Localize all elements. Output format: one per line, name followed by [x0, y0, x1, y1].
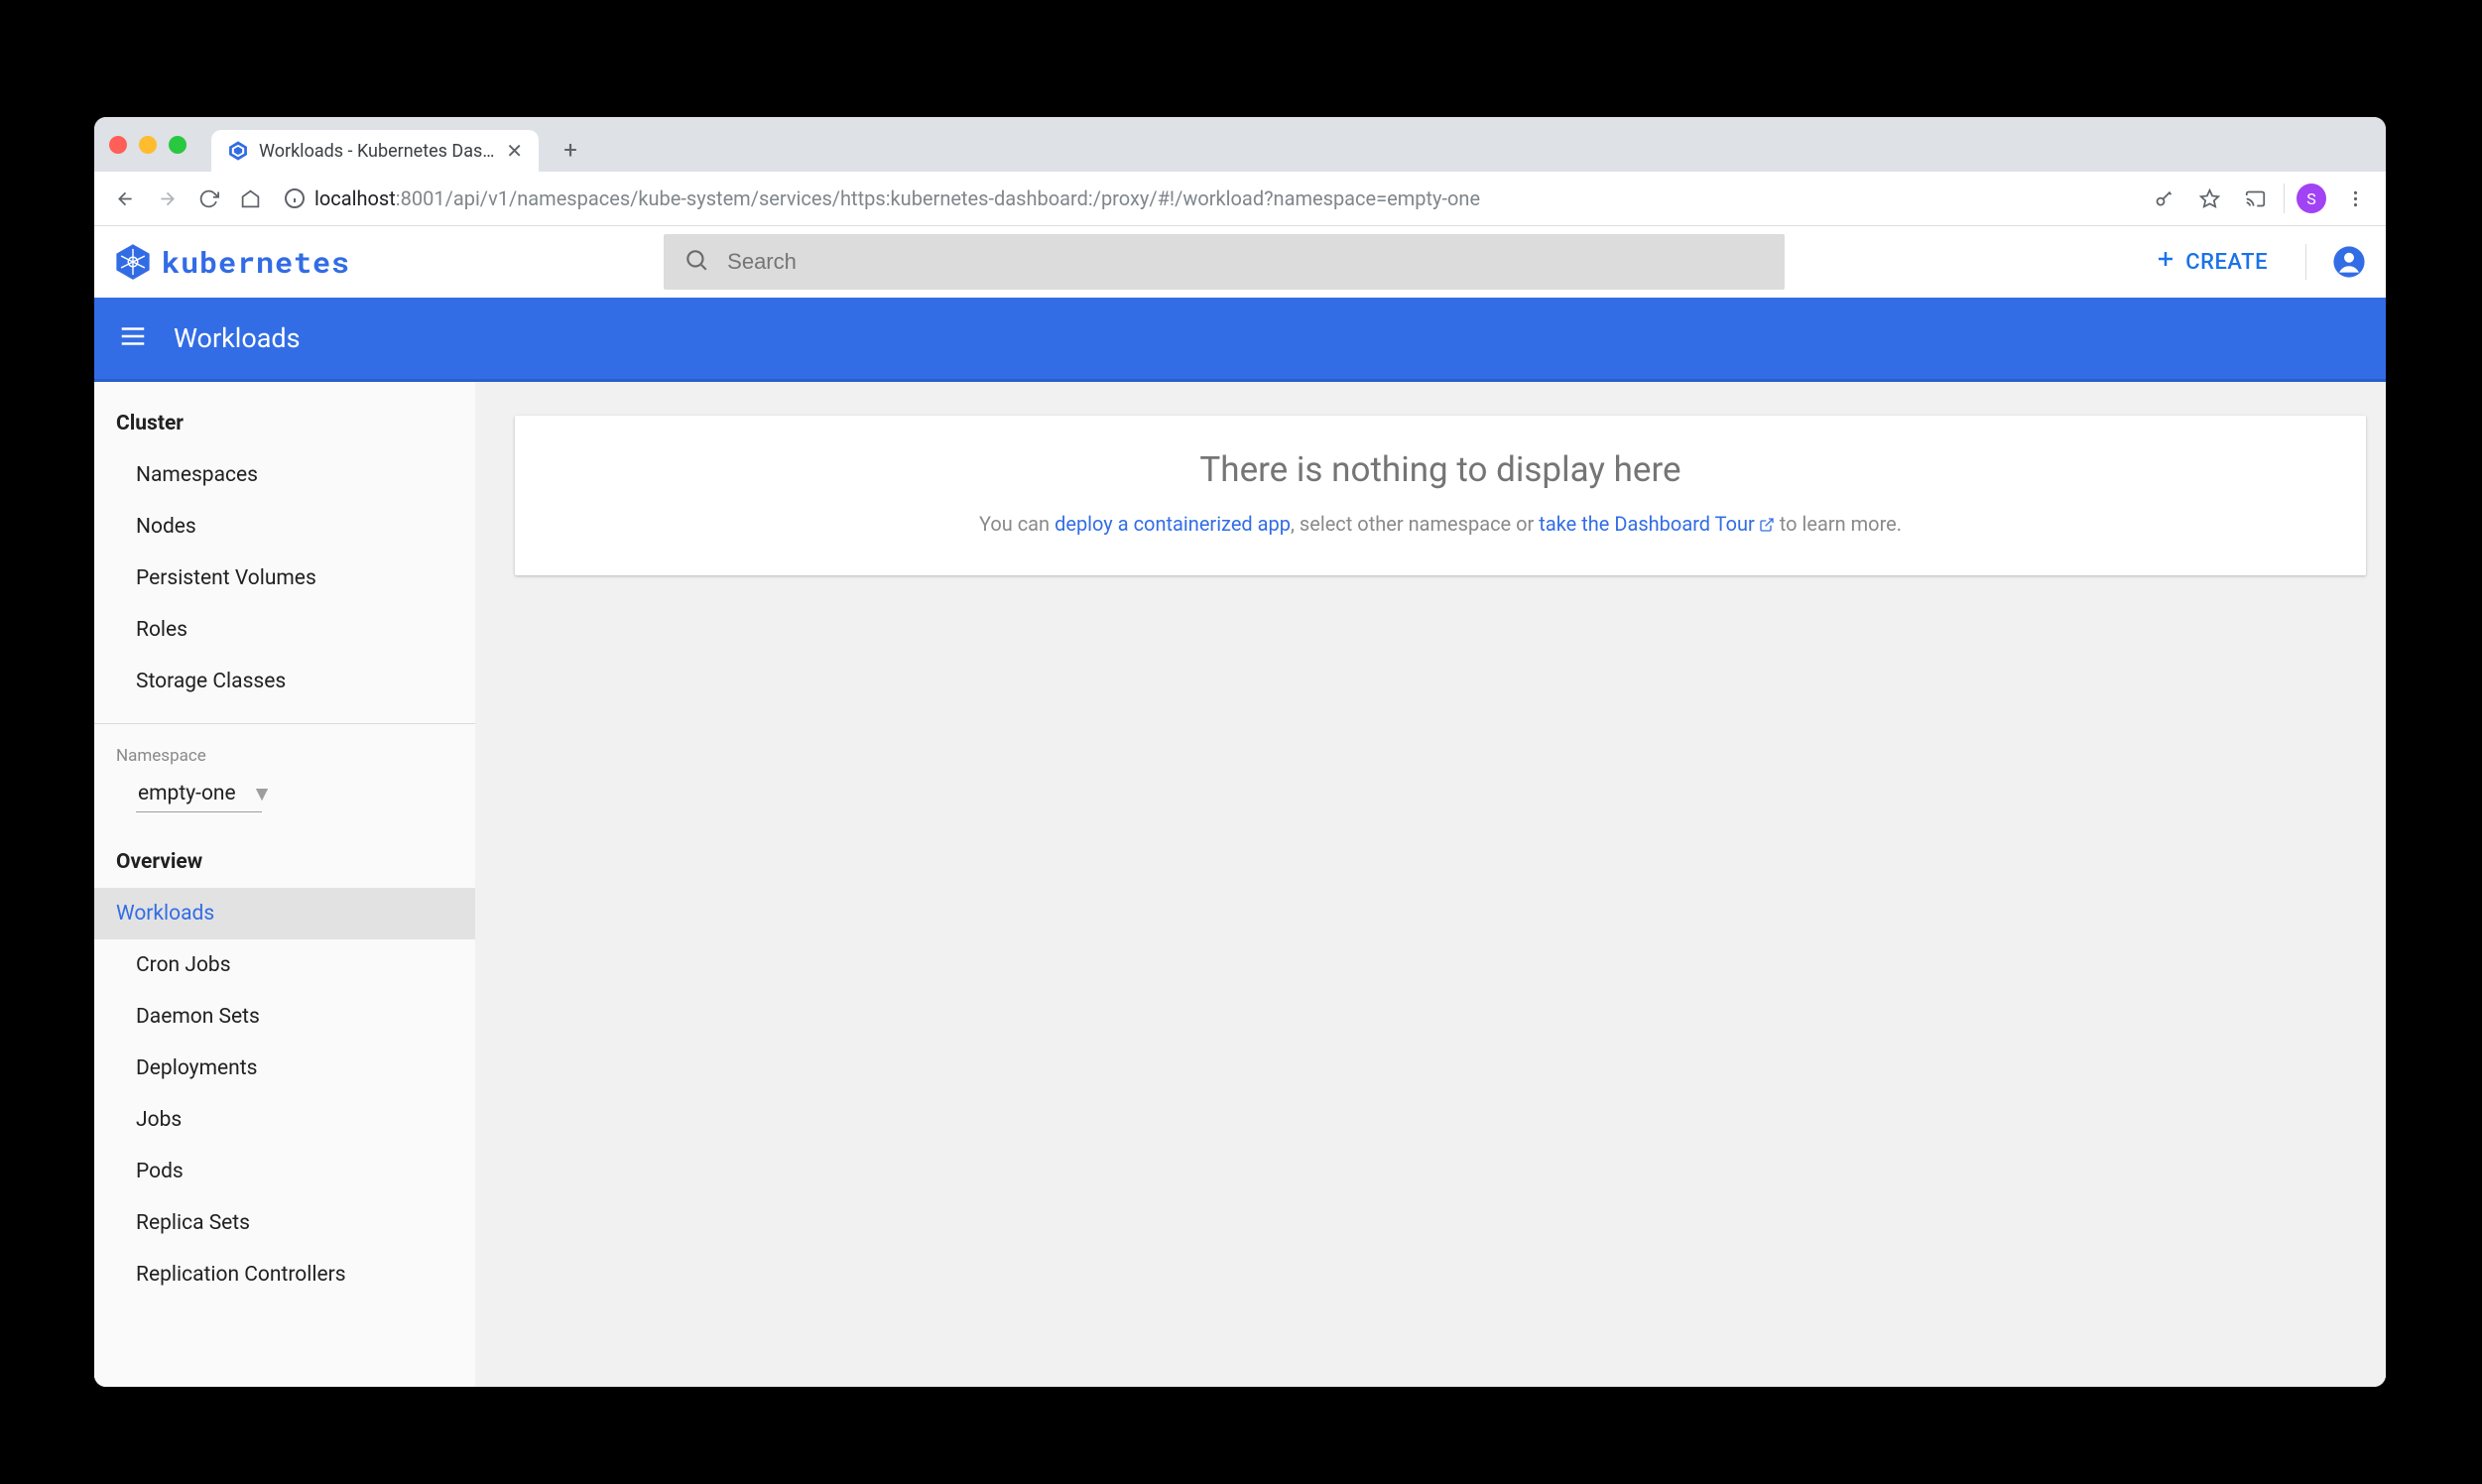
empty-text-prefix: You can [979, 512, 1055, 536]
empty-state-body: You can deploy a containerized app, sele… [535, 512, 2346, 538]
sidebar-header-overview[interactable]: Overview [94, 820, 475, 888]
tab-close-icon[interactable]: ✕ [506, 139, 523, 163]
search-icon [683, 247, 709, 277]
kubernetes-logo[interactable]: kubernetes [114, 243, 350, 282]
sidebar-item-pods[interactable]: Pods [94, 1146, 475, 1197]
site-info-icon[interactable] [283, 186, 307, 210]
sidebar: Cluster Namespaces Nodes Persistent Volu… [94, 382, 475, 1387]
window-controls [109, 136, 186, 154]
browser-toolbar: localhost:8001/api/v1/namespaces/kube-sy… [94, 172, 2386, 226]
new-tab-button[interactable]: + [553, 132, 588, 168]
namespace-label: Namespace [94, 724, 475, 770]
url-text: localhost:8001/api/v1/namespaces/kube-sy… [314, 186, 1480, 210]
home-button[interactable] [233, 182, 267, 215]
account-icon[interactable] [2332, 245, 2366, 279]
sidebar-item-persistent-volumes[interactable]: Persistent Volumes [94, 553, 475, 604]
empty-state-title: There is nothing to display here [535, 449, 2346, 490]
kubernetes-dashboard-app: kubernetes CREATE [94, 226, 2386, 1387]
sidebar-item-deployments[interactable]: Deployments [94, 1043, 475, 1094]
close-window-button[interactable] [109, 136, 127, 154]
sidebar-item-nodes[interactable]: Nodes [94, 501, 475, 553]
forward-button[interactable] [150, 182, 184, 215]
main-content: There is nothing to display here You can… [475, 382, 2386, 1387]
sidebar-item-namespaces[interactable]: Namespaces [94, 449, 475, 501]
empty-state-card: There is nothing to display here You can… [515, 416, 2366, 575]
sidebar-item-replica-sets[interactable]: Replica Sets [94, 1197, 475, 1249]
sidebar-header-cluster[interactable]: Cluster [94, 382, 475, 449]
search-box[interactable] [664, 234, 1785, 290]
empty-text-suffix: to learn more. [1775, 512, 1902, 536]
sidebar-item-replication-controllers[interactable]: Replication Controllers [94, 1249, 475, 1300]
minimize-window-button[interactable] [139, 136, 157, 154]
address-bar[interactable]: localhost:8001/api/v1/namespaces/kube-sy… [275, 179, 2131, 218]
subheader-title: Workloads [174, 322, 301, 354]
kubernetes-favicon-icon [227, 140, 249, 162]
tab-title: Workloads - Kubernetes Dashb [259, 141, 496, 162]
tab-strip: Workloads - Kubernetes Dashb ✕ + [94, 117, 2386, 172]
sidebar-item-roles[interactable]: Roles [94, 604, 475, 656]
key-icon[interactable] [2147, 182, 2180, 215]
create-label: CREATE [2185, 250, 2268, 275]
kubernetes-logo-icon [114, 243, 152, 281]
sidebar-item-jobs[interactable]: Jobs [94, 1094, 475, 1146]
divider [2305, 244, 2306, 280]
brand-text: kubernetes [162, 243, 350, 282]
sidebar-item-cron-jobs[interactable]: Cron Jobs [94, 939, 475, 991]
app-topbar: kubernetes CREATE [94, 226, 2386, 298]
back-button[interactable] [108, 182, 142, 215]
deploy-app-link[interactable]: deploy a containerized app [1055, 512, 1291, 536]
app-subheader: Workloads [94, 298, 2386, 382]
search-input[interactable] [727, 249, 1765, 275]
browser-window: Workloads - Kubernetes Dashb ✕ + [94, 117, 2386, 1387]
create-button[interactable]: CREATE [2142, 247, 2280, 277]
chevron-down-icon: ▼ [252, 783, 273, 806]
bookmark-star-icon[interactable] [2192, 182, 2226, 215]
cast-icon[interactable] [2238, 182, 2272, 215]
sidebar-item-workloads[interactable]: Workloads [94, 888, 475, 939]
menu-icon[interactable] [118, 321, 148, 355]
reload-button[interactable] [191, 182, 225, 215]
avatar-letter: S [2306, 189, 2316, 208]
app-body: Cluster Namespaces Nodes Persistent Volu… [94, 382, 2386, 1387]
external-link-icon [1759, 514, 1775, 538]
dashboard-tour-link[interactable]: take the Dashboard Tour [1539, 512, 1775, 536]
namespace-selected-value: empty-one [136, 778, 262, 812]
empty-text-mid: , select other namespace or [1291, 512, 1539, 536]
profile-avatar[interactable]: S [2296, 184, 2326, 213]
sidebar-item-storage-classes[interactable]: Storage Classes [94, 656, 475, 707]
namespace-select[interactable]: empty-one ▼ [94, 770, 475, 820]
plus-icon [2154, 247, 2177, 277]
browser-tab[interactable]: Workloads - Kubernetes Dashb ✕ [211, 130, 539, 172]
sidebar-item-daemon-sets[interactable]: Daemon Sets [94, 991, 475, 1043]
maximize-window-button[interactable] [169, 136, 186, 154]
browser-menu-icon[interactable] [2338, 182, 2372, 215]
tour-link-text: take the Dashboard Tour [1539, 512, 1755, 536]
